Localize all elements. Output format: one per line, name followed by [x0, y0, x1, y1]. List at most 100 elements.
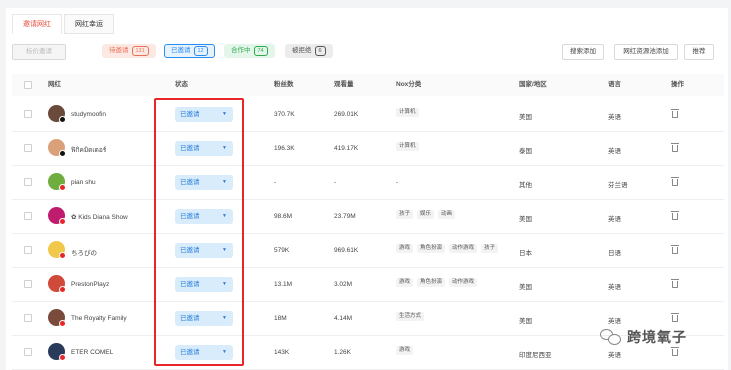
- filter-cooperating[interactable]: 合作中 74: [224, 44, 275, 58]
- delete-icon[interactable]: [671, 279, 679, 288]
- filter-pending-label: 待邀请: [109, 47, 129, 54]
- category-tag: 计算机: [396, 142, 419, 151]
- delete-icon[interactable]: [671, 245, 679, 254]
- delete-icon[interactable]: [671, 313, 679, 322]
- filter-pending[interactable]: 待邀请 131: [102, 44, 156, 58]
- views-count: 3.02M: [334, 281, 353, 288]
- cancel-invite-button[interactable]: 标价邀请: [12, 44, 66, 60]
- status-dropdown[interactable]: 已邀请 ▼: [175, 345, 233, 360]
- filter-invited[interactable]: 已邀请 12: [164, 44, 215, 58]
- col-followers: 粉丝数: [274, 81, 294, 88]
- influencer-name[interactable]: ETER COMEL: [71, 349, 113, 356]
- select-all-checkbox[interactable]: [24, 81, 32, 89]
- filter-rejected[interactable]: 被拒绝 6: [285, 44, 333, 58]
- recommend-label: 推荐: [692, 48, 706, 55]
- views-count: -: [334, 179, 337, 186]
- status-dropdown[interactable]: 已邀请 ▼: [175, 243, 233, 258]
- tab-bar: 邀请网红 网红幸运: [12, 14, 116, 34]
- resource-pool-add-button[interactable]: 网红资源池添加: [614, 44, 678, 60]
- youtube-icon: [59, 252, 66, 259]
- filter-cooperating-count: 74: [253, 46, 268, 56]
- country: 美国: [519, 114, 532, 121]
- tab-influencer-luck[interactable]: 网红幸运: [64, 14, 114, 34]
- language: 日语: [608, 250, 621, 257]
- language: 英语: [608, 114, 621, 121]
- status-value: 已邀请: [180, 111, 200, 118]
- country: 日本: [519, 250, 532, 257]
- col-language: 语言: [608, 81, 621, 88]
- tiktok-icon: [59, 116, 66, 123]
- filter-cooperating-label: 合作中: [231, 47, 251, 54]
- row-checkbox[interactable]: [24, 144, 32, 152]
- language: 英语: [608, 216, 621, 223]
- status-value: 已邀请: [180, 145, 200, 152]
- category-tag: 游戏: [396, 244, 414, 253]
- table-row: studymoofin 已邀请 ▼ 370.7K 269.01K 计算机美国 英语: [12, 98, 724, 132]
- influencer-name[interactable]: pian shu: [71, 179, 96, 186]
- row-checkbox[interactable]: [24, 178, 32, 186]
- search-add-button[interactable]: 搜索添加: [562, 44, 604, 60]
- row-checkbox[interactable]: [24, 314, 32, 322]
- category-tag: 角色扮演: [417, 278, 446, 287]
- cancel-invite-label: 标价邀请: [26, 48, 52, 55]
- language: 英语: [608, 318, 621, 325]
- caret-down-icon: ▼: [222, 247, 227, 253]
- followers-count: 143K: [274, 349, 290, 356]
- delete-icon[interactable]: [671, 143, 679, 152]
- youtube-icon: [59, 184, 66, 191]
- col-status: 状态: [175, 81, 188, 88]
- influencer-name[interactable]: ちろぴの: [71, 247, 97, 257]
- category-tag: 游戏: [396, 346, 414, 355]
- delete-icon[interactable]: [671, 109, 679, 118]
- views-count: 969.61K: [334, 247, 359, 254]
- status-value: 已邀请: [180, 315, 200, 322]
- tiktok-icon: [59, 150, 66, 157]
- tab-invite-influencers[interactable]: 邀请网红: [12, 14, 62, 34]
- status-dropdown[interactable]: 已邀请 ▼: [175, 209, 233, 224]
- nox-categories: 计算机: [396, 108, 423, 117]
- col-actions: 操作: [671, 81, 684, 88]
- status-dropdown[interactable]: 已邀请 ▼: [175, 141, 233, 156]
- row-checkbox[interactable]: [24, 246, 32, 254]
- row-checkbox[interactable]: [24, 110, 32, 118]
- table-row: PrestonPlayz 已邀请 ▼ 13.1M 3.02M 游戏 角色扮演 动作游戏 美国 英语: [12, 268, 724, 302]
- recommend-button[interactable]: 推荐: [684, 44, 714, 60]
- influencer-name[interactable]: ✿ Kids Diana Show: [71, 213, 128, 221]
- category-tag: 计算机: [396, 108, 419, 117]
- influencer-name[interactable]: studymoofin: [71, 111, 106, 118]
- status-dropdown[interactable]: 已邀请 ▼: [175, 277, 233, 292]
- resource-pool-add-label: 网红资源池添加: [623, 48, 669, 55]
- caret-down-icon: ▼: [222, 349, 227, 355]
- table-row: ฟิกิคมิดเดอร์ 已邀请 ▼ 196.3K 419.17K 计算机 泰国 英语: [12, 132, 724, 166]
- watermark-text: 跨境氧子: [627, 330, 687, 346]
- row-checkbox[interactable]: [24, 348, 32, 356]
- caret-down-icon: ▼: [222, 281, 227, 287]
- influencer-name[interactable]: PrestonPlayz: [71, 281, 109, 288]
- influencer-name[interactable]: ฟิกิคมิดเดอร์: [71, 145, 106, 155]
- followers-count: 18M: [274, 315, 287, 322]
- table-row: pian shu 已邀请 ▼ - - - 其他 芬兰语: [12, 166, 724, 200]
- status-dropdown[interactable]: 已邀请 ▼: [175, 311, 233, 326]
- influencer-name[interactable]: The Royalty Family: [71, 315, 127, 322]
- views-count: 269.01K: [334, 111, 359, 118]
- table-row: ちろぴの 已邀请 ▼ 579K 969.61K 游戏 角色扮演 动作游戏 孩子 日本 日语: [12, 234, 724, 268]
- wechat-icon: [600, 328, 622, 346]
- delete-icon[interactable]: [671, 177, 679, 186]
- nox-category-empty: -: [396, 179, 399, 186]
- table-row: ✿ Kids Diana Show 已邀请 ▼ 98.6M 23.79M 孩子 娱乐 动画 美国…: [12, 200, 724, 234]
- followers-count: 370.7K: [274, 111, 295, 118]
- col-influencer: 网红: [48, 81, 61, 88]
- table-header: 网红 状态 粉丝数 观看量 Nox分类 国家/地区 语言 操作: [12, 74, 724, 96]
- delete-icon[interactable]: [671, 211, 679, 220]
- delete-icon[interactable]: [671, 347, 679, 356]
- nox-categories: 游戏 角色扮演 动作游戏: [396, 278, 481, 287]
- row-checkbox[interactable]: [24, 212, 32, 220]
- filter-rejected-count: 6: [314, 46, 326, 56]
- status-dropdown[interactable]: 已邀请 ▼: [175, 107, 233, 122]
- filter-invited-label: 已邀请: [171, 47, 191, 54]
- status-value: 已邀请: [180, 247, 200, 254]
- status-dropdown[interactable]: 已邀请 ▼: [175, 175, 233, 190]
- row-checkbox[interactable]: [24, 280, 32, 288]
- followers-count: 579K: [274, 247, 290, 254]
- caret-down-icon: ▼: [222, 111, 227, 117]
